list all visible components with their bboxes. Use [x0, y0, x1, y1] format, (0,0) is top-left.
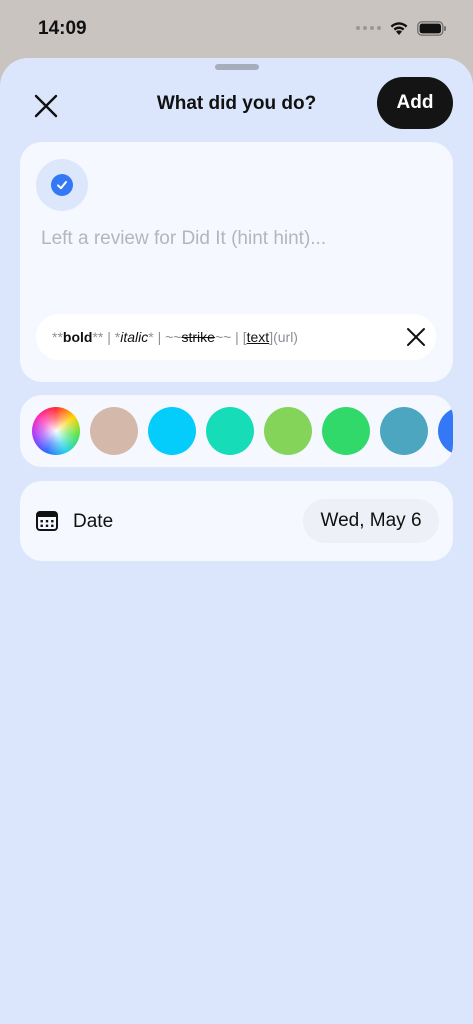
status-icons: [356, 20, 447, 36]
custom-color-swatch[interactable]: [32, 407, 80, 455]
checkmark-icon: [51, 174, 73, 196]
status-time: 14:09: [38, 18, 87, 39]
wifi-icon: [390, 22, 408, 35]
sheet-grabber[interactable]: [215, 64, 259, 70]
completion-toggle[interactable]: [36, 159, 88, 211]
color-picker: [20, 395, 453, 467]
color-swatch[interactable]: [148, 407, 196, 455]
add-button[interactable]: Add: [377, 77, 453, 129]
date-picker-button[interactable]: Wed, May 6: [303, 499, 439, 543]
bold-example: bold: [62, 329, 93, 345]
date-label: Date: [73, 511, 114, 532]
calendar-icon: [36, 511, 58, 531]
cellular-signal-icon: [356, 26, 381, 30]
entry-card: Left a review for Did It (hint hint)... …: [20, 142, 453, 382]
color-swatch[interactable]: [90, 407, 138, 455]
dismiss-hint-button[interactable]: [404, 325, 428, 349]
formatting-hint-text: **bold** | *italic* | ~~strike~~ | [text…: [52, 329, 298, 345]
strike-example: strike: [181, 329, 215, 345]
color-swatch[interactable]: [380, 407, 428, 455]
date-row[interactable]: Date Wed, May 6: [20, 481, 453, 561]
color-swatch[interactable]: [438, 407, 453, 455]
color-swatch[interactable]: [264, 407, 312, 455]
italic-example: italic: [120, 329, 149, 345]
add-entry-sheet: What did you do? Add Left a review for D…: [0, 58, 473, 1024]
link-example: text: [246, 329, 270, 345]
entry-text-input[interactable]: Left a review for Did It (hint hint)...: [41, 228, 326, 250]
battery-icon: [417, 20, 446, 36]
close-icon: [407, 328, 425, 346]
color-swatch[interactable]: [322, 407, 370, 455]
formatting-hint-bar: **bold** | *italic* | ~~strike~~ | [text…: [36, 314, 436, 360]
color-swatch[interactable]: [206, 407, 254, 455]
status-bar: 14:09: [0, 0, 473, 58]
